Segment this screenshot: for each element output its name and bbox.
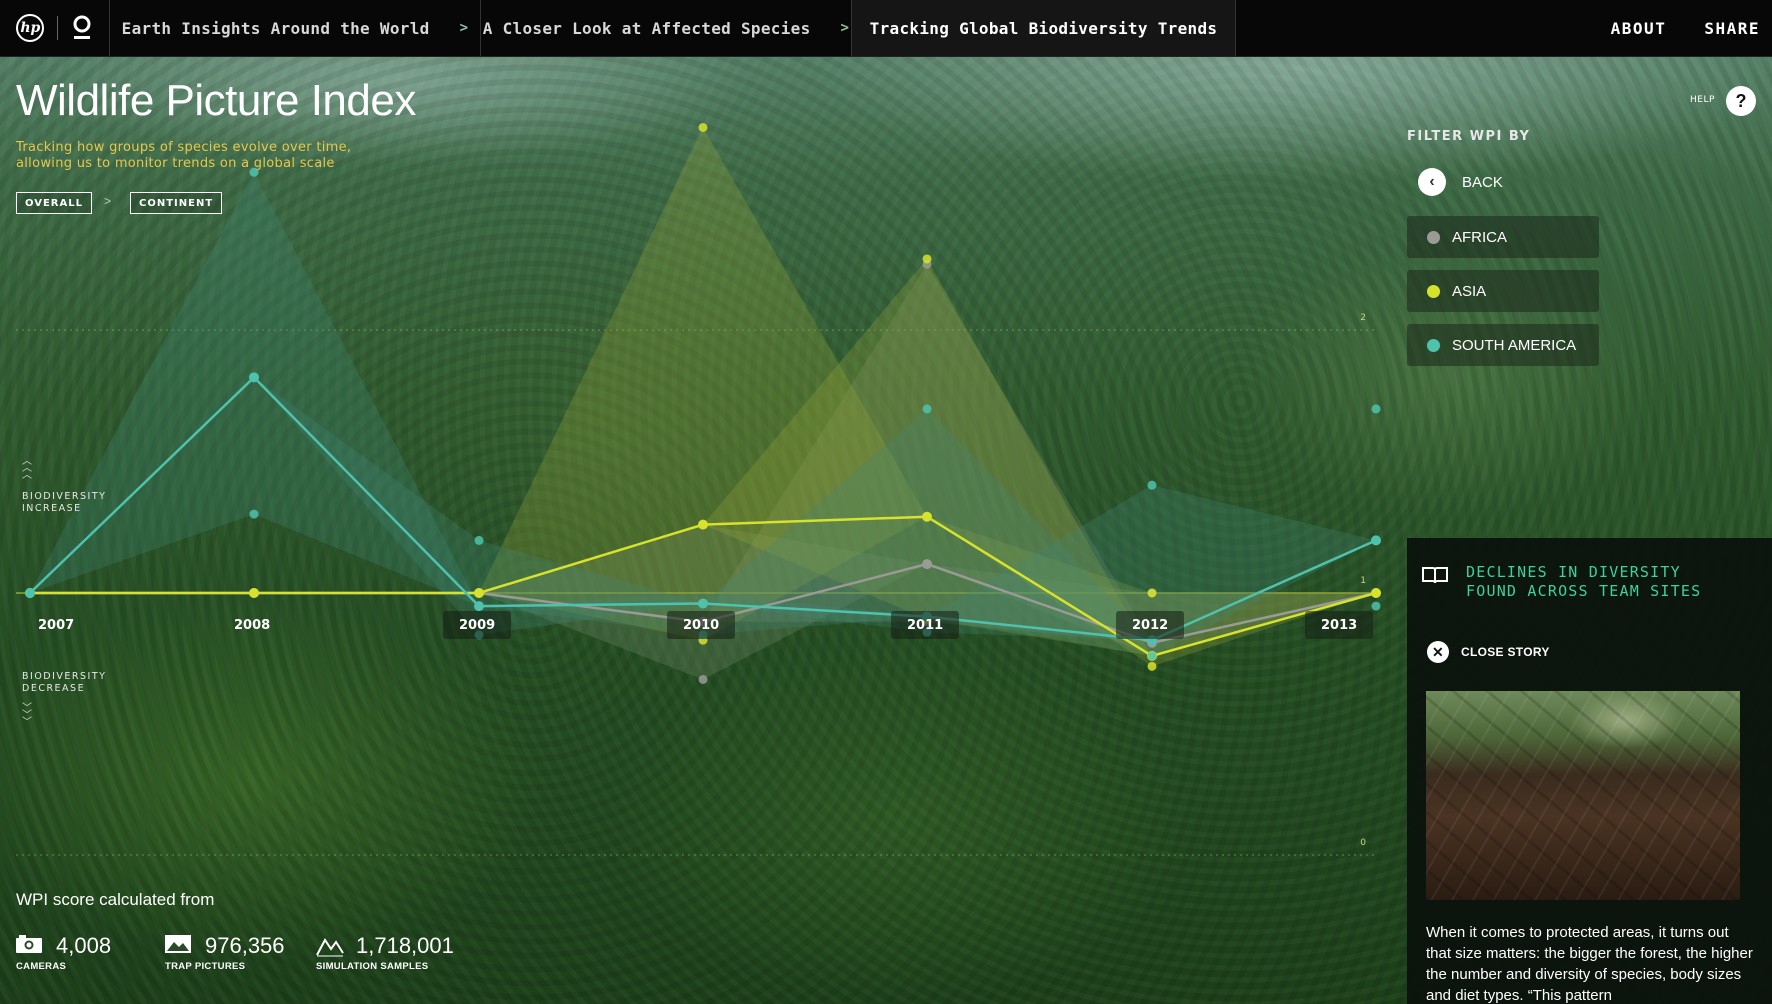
tab-earth-insights[interactable]: Earth Insights Around the World > [110,0,481,56]
data-point [922,559,932,570]
data-point [249,372,259,383]
top-navigation: hp Earth Insights Around the World > A C… [0,0,1772,57]
chevron-right-icon: > [459,20,469,36]
x-axis-year-label[interactable]: 2013 [1305,611,1374,639]
tab-affected-species[interactable]: A Closer Look at Affected Species > [481,0,852,56]
biodiversity-decrease-label: BIODIVERSITY DECREASE [22,671,106,695]
south-america-dot-icon [1427,338,1440,352]
stat-label: TRAP PICTURES [165,961,246,972]
chart-line-icon [316,938,344,957]
back-label: BACK [1462,173,1503,191]
stat-value: 976,356 [205,933,285,958]
stat-value: 1,718,001 [356,933,454,958]
asia-dot-icon [1427,284,1440,298]
chevron-left-icon: ‹ [1418,168,1446,196]
data-point [698,519,708,530]
decrease-label-line2: DECREASE [22,683,86,694]
data-point [1371,588,1381,598]
help-button[interactable]: ? [1726,86,1756,116]
increase-label-line1: BIODIVERSITY [22,491,107,502]
chart-bands [30,127,1376,680]
stat-label: SIMULATION SAMPLES [316,961,429,972]
story-panel: DECLINES IN DIVERSITY FOUND ACROSS TEAM … [1407,538,1772,1004]
lower-bound-point [698,674,708,684]
about-link[interactable]: ABOUT [1611,19,1667,38]
data-point [474,601,484,612]
y-tick-label: 2 [1360,313,1366,323]
close-story-button[interactable]: ✕ CLOSE STORY [1427,641,1550,663]
x-axis-year-label[interactable]: 2008 [218,611,286,639]
close-story-label: CLOSE STORY [1461,645,1550,659]
tab-affected-species-label: A Closer Look at Affected Species [482,18,811,38]
nav-right-links: ABOUT SHARE [1611,0,1772,56]
lower-bound-point [249,509,259,519]
hp-logo-icon[interactable]: hp [16,14,45,42]
story-text: When it comes to protected areas, it tur… [1426,924,1753,1004]
chevron-right-icon: > [840,20,850,36]
back-button[interactable]: ‹ BACK [1418,168,1503,196]
upper-bound-point [922,404,932,414]
filter-item-south-america[interactable]: SOUTH AMERICA [1407,324,1599,366]
x-axis-year-label[interactable]: 2010 [667,611,736,639]
upper-bound-point [1371,404,1381,414]
stat-value: 4,008 [56,933,112,958]
tab-biodiversity-trends[interactable]: Tracking Global Biodiversity Trends [852,0,1236,56]
tab-earth-insights-label: Earth Insights Around the World [121,18,430,38]
chevron-up-icon: ︿ ︿ ︿ [22,456,32,481]
partner-logo-icon[interactable] [71,15,93,41]
filter-item-label: SOUTH AMERICA [1452,336,1577,354]
share-link[interactable]: SHARE [1704,19,1760,38]
x-axis-year-label[interactable]: 2012 [1116,611,1185,639]
help-label: HELP [1690,95,1715,105]
data-point [25,588,35,598]
y-tick-label: 1 [1360,576,1366,586]
camera-icon [16,935,42,953]
increase-label-line2: INCREASE [22,503,82,514]
upper-bound-point [1147,588,1157,598]
picture-icon [165,935,191,953]
filter-item-label: AFRICA [1452,228,1508,246]
question-icon: ? [1735,90,1747,111]
data-point [922,511,932,522]
tab-biodiversity-trends-label: Tracking Global Biodiversity Trends [869,18,1218,38]
data-point [1371,535,1381,546]
lower-bound-point [1147,661,1157,671]
wpi-chart: 2 1 0 [16,122,1381,856]
filter-item-label: ASIA [1452,282,1487,300]
data-point [474,588,484,598]
africa-dot-icon [1427,230,1440,244]
biodiversity-increase-label: BIODIVERSITY INCREASE [22,491,106,515]
chevron-down-icon: ﹀ ﹀ ﹀ [22,703,32,728]
data-point [698,598,708,609]
logo-cell: hp [0,0,110,56]
x-axis-year-label[interactable]: 2007 [22,611,90,639]
logo-divider [56,16,58,40]
upper-bound-point [922,254,932,264]
close-icon: ✕ [1427,641,1449,663]
upper-bound-point [249,167,259,177]
y-tick-label: 0 [1360,838,1366,848]
lower-bound-point [1371,601,1381,611]
decrease-label-line1: BIODIVERSITY [22,671,107,682]
chart-right-ticks: 2 1 0 [1360,313,1366,848]
upper-bound-point [474,535,484,545]
book-icon [1422,567,1448,584]
stats-title: WPI score calculated from [16,890,215,909]
x-axis-year-label[interactable]: 2009 [443,611,512,639]
story-title: DECLINES IN DIVERSITY FOUND ACROSS TEAM … [1466,563,1702,600]
stat-label: CAMERAS [16,961,67,972]
upper-bound-point [698,122,708,132]
deforestation-photo [1426,691,1740,900]
filter-item-africa[interactable]: AFRICA [1407,216,1599,258]
filter-item-asia[interactable]: ASIA [1407,270,1599,312]
data-point [249,588,259,598]
x-axis-year-label[interactable]: 2011 [891,611,960,639]
filter-title: FILTER WPI BY [1407,129,1531,144]
lower-bound-point [1147,651,1157,661]
upper-bound-point [1147,480,1157,490]
